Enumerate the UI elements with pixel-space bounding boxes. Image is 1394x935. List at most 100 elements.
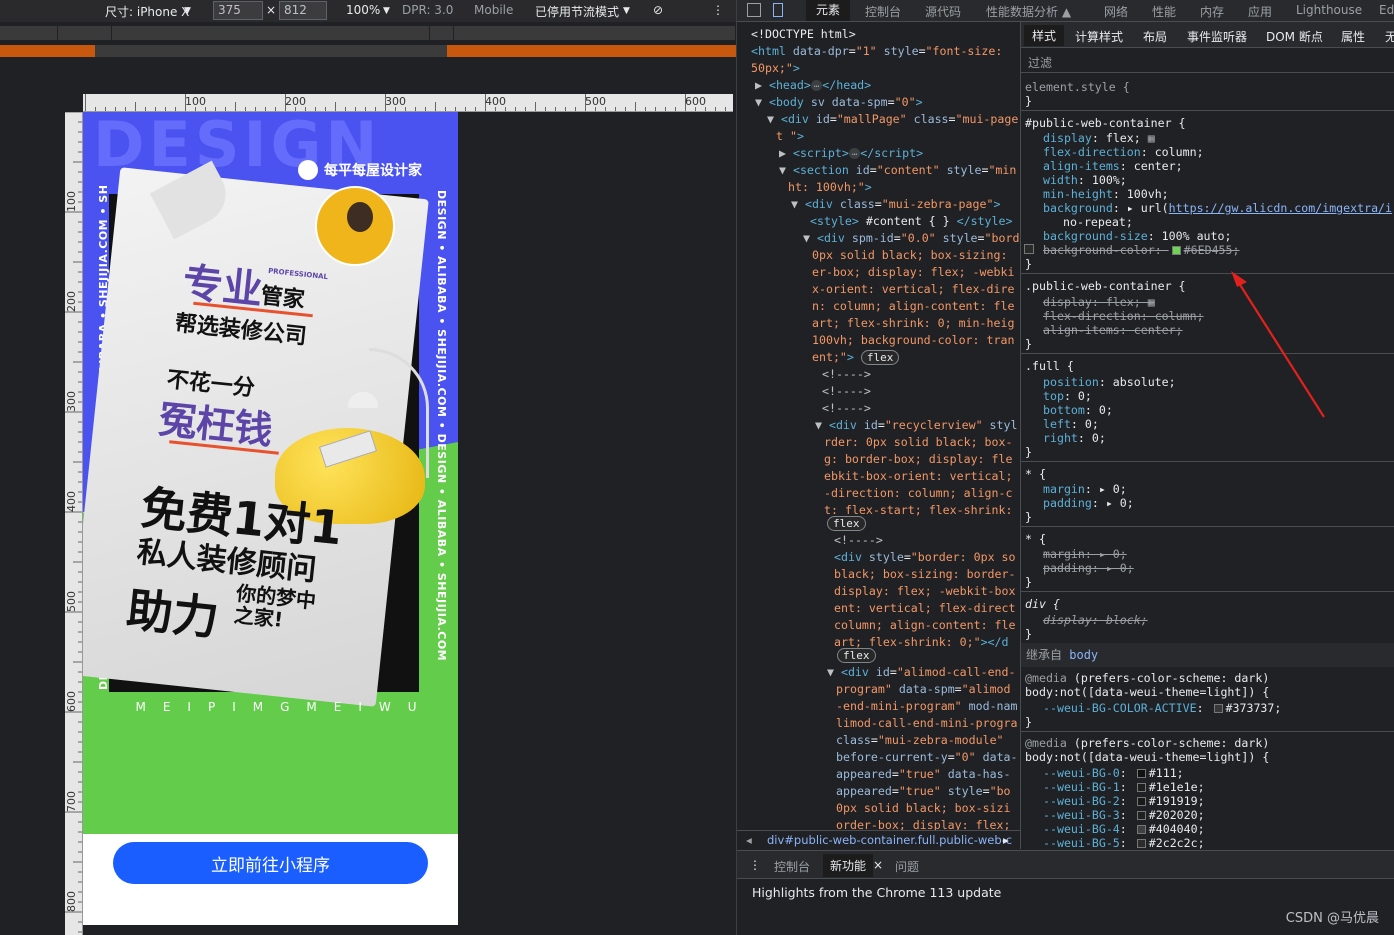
media-segment[interactable] [112,26,430,40]
subtab-properties[interactable]: 属性 [1341,28,1365,45]
subtab-computed[interactable]: 计算样式 [1075,28,1123,45]
css-declaration[interactable]: align-items: center; [1043,159,1183,173]
device-toggle-icon[interactable] [773,3,783,17]
drawer-tab-issues[interactable]: 问题 [895,858,919,875]
dom-line[interactable]: -direction: column; align-c [824,485,1012,502]
tab-network[interactable]: 网络 [1104,3,1128,20]
dom-line[interactable]: ▼ <div class="mui-zebra-page"> [791,196,1000,213]
tab-elements[interactable]: 元素 [806,0,851,21]
whats-new-message[interactable]: Highlights from the Chrome 113 update [752,885,1001,900]
dom-line[interactable]: ▼ <div spm-id="0.0" style="bord [803,230,1019,247]
css-selector[interactable]: div { [1025,597,1060,611]
css-declaration[interactable]: background-size: 100% auto; [1043,229,1231,243]
dom-line[interactable]: flex [837,647,876,664]
dom-line[interactable]: ▶ <script>… </script> [779,145,923,162]
css-selector[interactable]: .full { [1025,359,1074,373]
dom-line[interactable]: art; flex-shrink: 0; min-heig [812,315,1014,332]
more-options-icon[interactable]: ⋮ [712,3,724,17]
dom-line[interactable]: appeared="true" style="bo [836,783,1011,800]
dom-line[interactable]: 0px solid black; box-sizing: [812,247,1007,264]
css-declaration[interactable]: background: ▸ url(https://gw.alicdn.com/… [1043,201,1392,215]
css-declaration[interactable]: --weui-BG-0: #111; [1043,766,1184,780]
tab-memory[interactable]: 内存 [1200,3,1224,20]
css-declaration[interactable]: --weui-BG-5: #2c2c2c; [1043,836,1205,849]
mode-select[interactable]: Mobile [474,3,513,17]
css-declaration[interactable]: margin: ▸ 0; [1043,482,1127,496]
flex-badge[interactable]: flex [860,350,900,365]
dom-line[interactable]: <!----> [822,400,871,417]
dom-line[interactable]: before-current-y="0" data- [836,749,1018,766]
tab-overflow[interactable]: Ed [1379,3,1394,17]
chevron-left-icon[interactable]: ◂ [746,831,752,849]
dom-line[interactable]: ▶ <head>… </head> [755,77,871,94]
css-declaration[interactable]: no-repeat; [1063,215,1133,229]
dom-line[interactable]: 50px;"> [751,60,800,77]
css-declaration[interactable]: --weui-BG-4: #404040; [1043,822,1205,836]
css-selector[interactable]: body:not([data-weui-theme=light]) { [1025,685,1269,699]
media-segment[interactable] [454,26,736,40]
subtab-styles[interactable]: 样式 [1024,25,1065,46]
css-declaration-overridden[interactable]: flex-direction: column; [1043,309,1204,323]
css-declaration[interactable]: --weui-BG-2: #191919; [1043,794,1205,808]
dom-line[interactable]: <div style="border: 0px so [834,549,1016,566]
height-input[interactable]: 812 [279,1,327,20]
close-icon[interactable]: × [873,858,883,872]
dom-line[interactable]: ebkit-box-orient: vertical; [824,468,1012,485]
css-declaration[interactable]: --weui-BG-COLOR-ACTIVE: #373737; [1043,701,1281,715]
tab-performance-insights[interactable]: 性能数据分析 ▲ [986,3,1071,20]
media-query-bar[interactable] [0,26,736,40]
media-segment[interactable] [430,26,454,40]
dom-line[interactable]: order-box; display: flex; [836,817,1011,830]
css-declaration-overridden[interactable]: padding: ▸ 0; [1043,561,1134,575]
css-selector[interactable]: #public-web-container { [1025,116,1186,130]
inspect-element-icon[interactable] [747,3,761,17]
dom-breadcrumb[interactable]: ◂ div#public-web-container.full.public-w… [737,830,1020,849]
dom-line[interactable]: ht: 100vh;"> [788,179,872,196]
css-declaration[interactable]: bottom: 0; [1043,403,1113,417]
dom-line[interactable]: limod-call-end-mini-progra [836,715,1017,732]
css-selector[interactable]: .public-web-container { [1025,279,1186,293]
dom-line[interactable]: ▼ <div id="recyclerview" styl [815,417,1017,434]
dom-line[interactable]: display: flex; -webkit-box [834,583,1015,600]
dom-line[interactable]: -end-mini-program" mod-nam [836,698,1018,715]
media-segment[interactable] [58,26,112,40]
css-declaration-overridden[interactable]: margin: ▸ 0; [1043,547,1127,561]
dom-line[interactable]: <!----> [834,532,883,549]
dom-line[interactable]: <html data-dpr="1" style="font-size: [751,43,1002,60]
css-declaration[interactable]: min-height: 100vh; [1043,187,1169,201]
breadcrumb-item[interactable]: div#public-web-container.full.public-web… [767,833,1012,847]
dpr-select[interactable]: DPR: 3.0 [402,3,453,17]
css-declaration-overridden[interactable]: display: block; [1043,613,1148,627]
elements-tree[interactable]: <!DOCTYPE html> <html data-dpr="1" style… [737,22,1020,830]
dom-line[interactable]: g: border-box; display: fle [824,451,1012,468]
dom-line[interactable]: x-orient: vertical; flex-dire [812,281,1014,298]
drawer-menu-icon[interactable]: ⋮ [749,858,761,872]
css-selector[interactable]: body:not([data-weui-theme=light]) { [1025,750,1269,764]
tab-lighthouse[interactable]: Lighthouse [1296,3,1362,17]
dom-line[interactable]: ▼ <body sv data-spm="0"> [755,94,923,111]
inherit-target-link[interactable]: body [1069,648,1098,662]
css-declaration-overridden[interactable]: display: flex; ▦ [1043,295,1155,309]
rotate-icon[interactable]: ⊘ [653,3,663,17]
css-declaration[interactable]: width: 100%; [1043,173,1127,187]
css-declaration[interactable]: right: 0; [1043,431,1106,445]
zoom-select[interactable]: 100% [346,3,380,17]
css-declaration[interactable]: position: absolute; [1043,375,1176,389]
dom-line[interactable]: n: column; align-content: fle [812,298,1014,315]
dom-line[interactable]: class="mui-zebra-module" [836,732,1004,749]
open-mini-program-button[interactable]: 立即前往小程序 [113,842,428,884]
dom-line[interactable]: ▼ <section id="content" style="min [779,162,1016,179]
css-declaration[interactable]: padding: ▸ 0; [1043,496,1134,510]
dom-line[interactable]: flex [827,515,866,532]
css-declaration-disabled[interactable]: background-color: #6ED455; [1043,243,1240,257]
css-declaration[interactable]: display: flex; ▦ [1043,131,1155,145]
width-input[interactable]: 375 [213,1,263,20]
device-selector[interactable]: 尺寸: iPhone X [105,3,189,20]
css-declaration-overridden[interactable]: align-items: center; [1043,323,1183,337]
dom-line[interactable]: column; align-content: fle [834,617,1015,634]
css-selector[interactable]: element.style { [1025,80,1130,94]
dom-line[interactable]: <!DOCTYPE html> [751,26,856,43]
throttle-select[interactable]: 已停用节流模式 [535,3,619,20]
subtab-dom-breakpoints[interactable]: DOM 断点 [1266,28,1323,45]
drawer-tab-whats-new[interactable]: 新功能 [823,854,874,877]
